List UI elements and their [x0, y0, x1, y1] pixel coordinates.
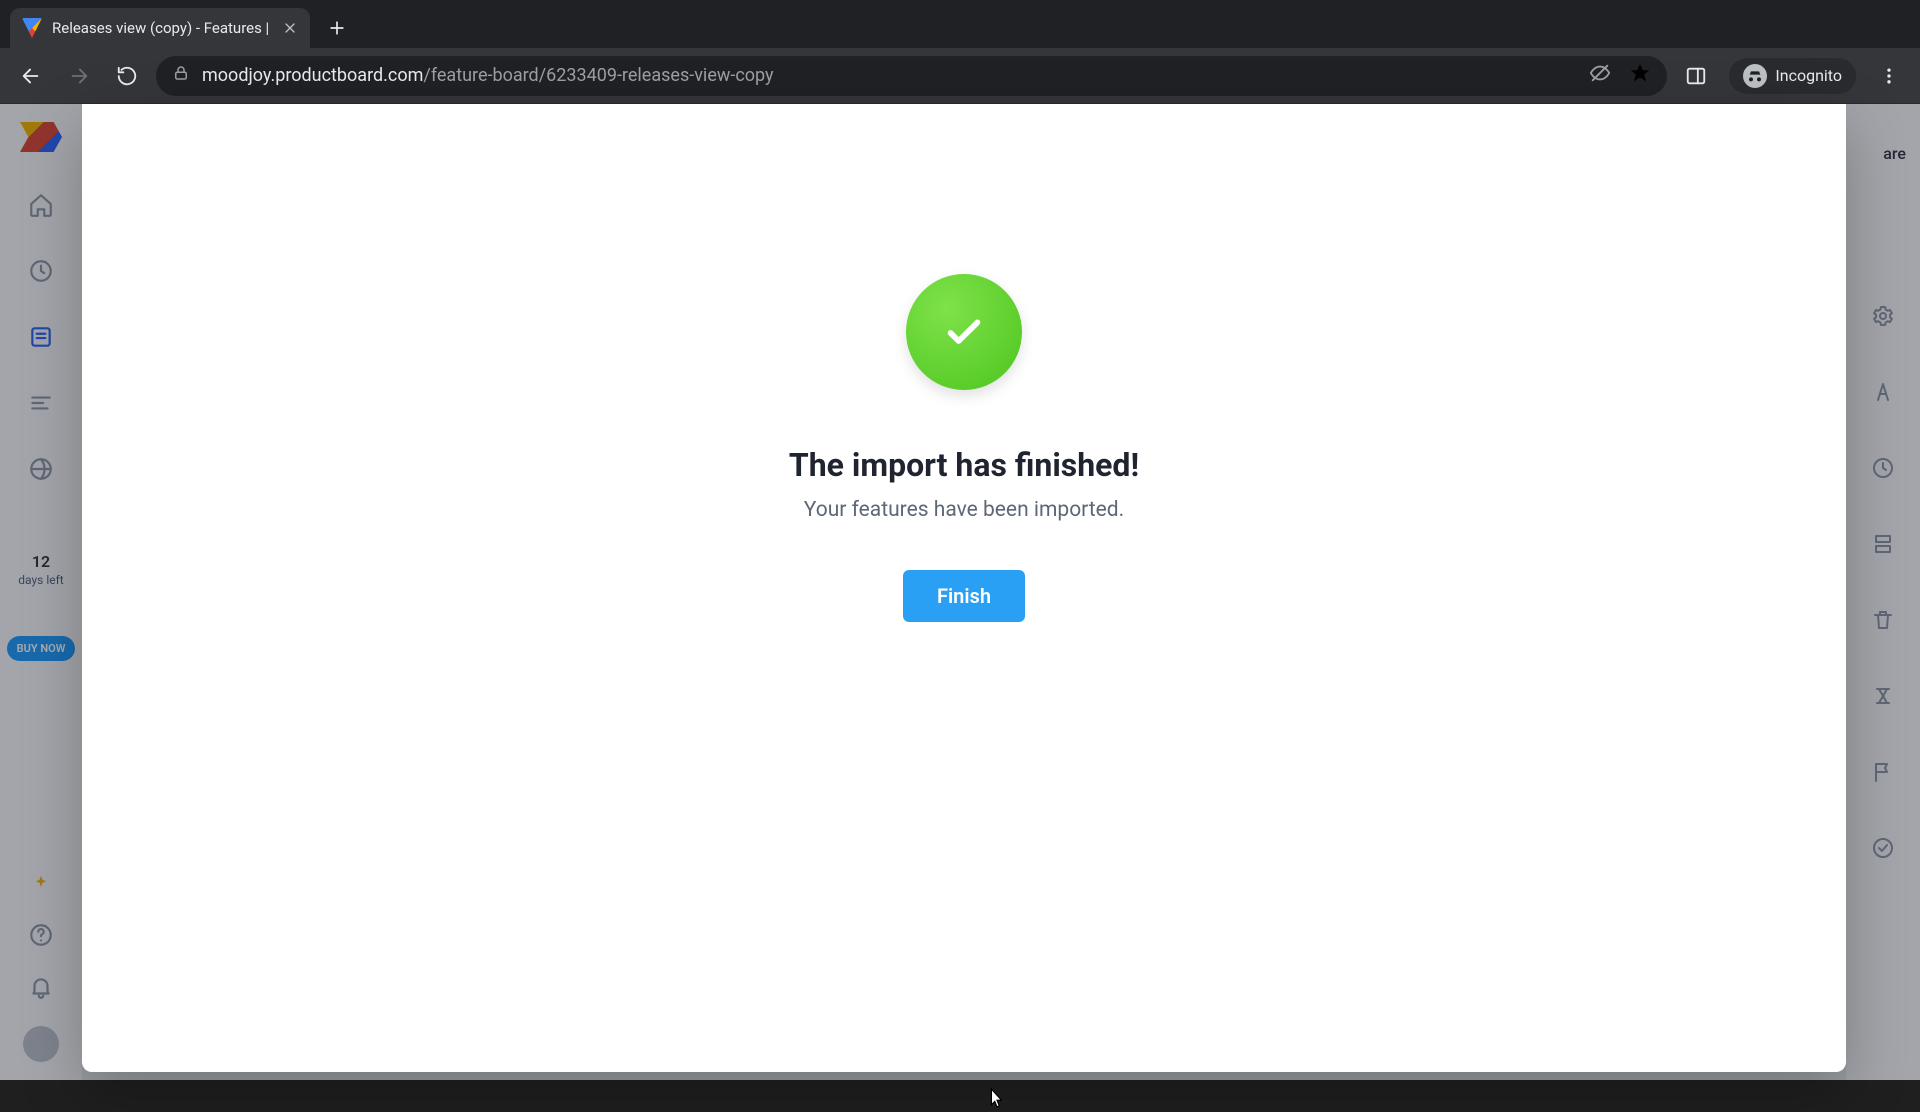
forward-button[interactable]: [60, 57, 98, 95]
browser-toolbar: moodjoy.productboard.com/feature-board/6…: [0, 48, 1920, 104]
page-viewport: 12 days left BUY NOW are: [0, 104, 1920, 1080]
tab-favicon: [22, 18, 42, 38]
url-path: /feature-board/6233409-releases-view-cop…: [423, 65, 773, 86]
incognito-label: Incognito: [1775, 66, 1842, 85]
success-check-icon: [906, 274, 1022, 390]
modal-heading: The import has finished!: [789, 446, 1139, 484]
incognito-icon: [1743, 64, 1767, 88]
lock-icon: [172, 64, 190, 87]
browser-tab[interactable]: Releases view (copy) - Features |: [10, 8, 310, 48]
browser-menu-button[interactable]: [1870, 57, 1908, 95]
tracking-blocked-icon[interactable]: [1589, 62, 1611, 89]
mouse-cursor: [990, 1088, 1004, 1108]
modal-subtext: Your features have been imported.: [804, 498, 1124, 522]
url-text: moodjoy.productboard.com/feature-board/6…: [202, 65, 774, 86]
new-tab-button[interactable]: [320, 11, 354, 45]
url-host: moodjoy.productboard.com: [202, 65, 423, 86]
close-tab-button[interactable]: [282, 20, 298, 36]
bookmark-button[interactable]: [1629, 62, 1651, 89]
import-finished-modal: The import has finished! Your features h…: [82, 104, 1846, 1072]
browser-tabstrip: Releases view (copy) - Features |: [0, 0, 1920, 48]
back-button[interactable]: [12, 57, 50, 95]
toolbar-right-cluster: Incognito: [1677, 57, 1908, 95]
finish-button[interactable]: Finish: [903, 570, 1025, 622]
side-panel-button[interactable]: [1677, 57, 1715, 95]
incognito-badge[interactable]: Incognito: [1729, 58, 1856, 94]
tab-title: Releases view (copy) - Features |: [52, 19, 272, 37]
address-bar[interactable]: moodjoy.productboard.com/feature-board/6…: [156, 56, 1667, 96]
reload-button[interactable]: [108, 57, 146, 95]
